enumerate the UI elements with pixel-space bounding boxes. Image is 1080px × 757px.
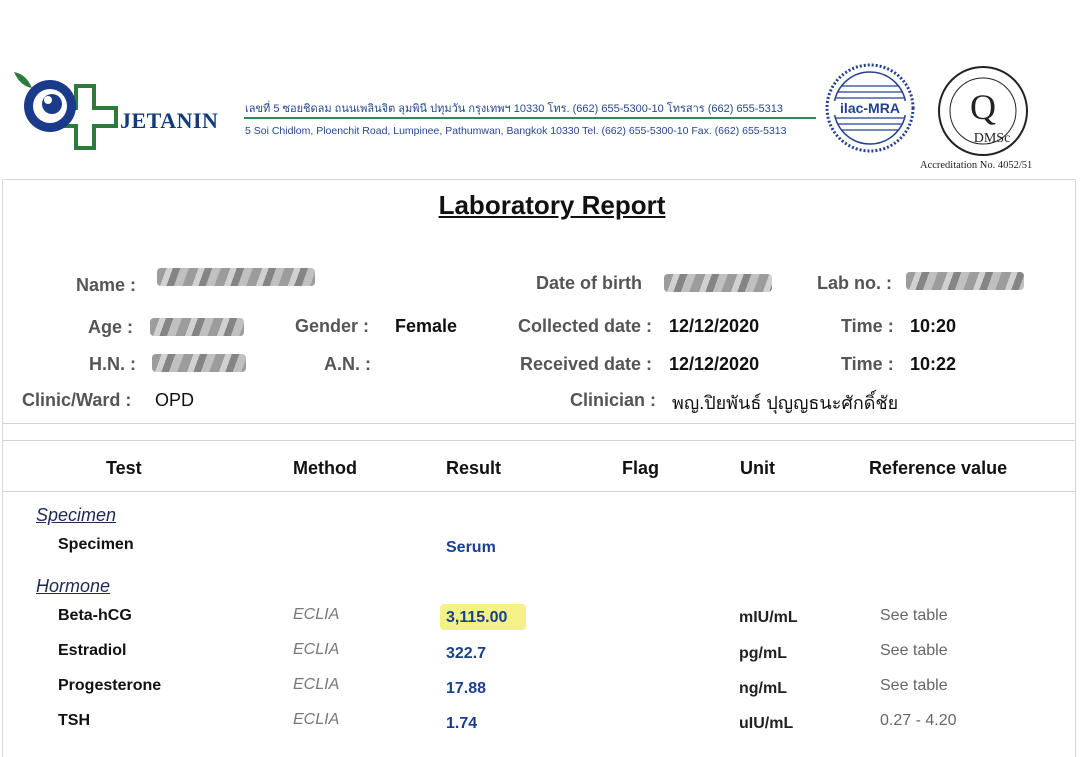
test-unit: uIU/mL xyxy=(739,715,794,732)
test-reference: See table xyxy=(880,607,948,624)
test-name: TSH xyxy=(58,712,90,729)
hn-redacted xyxy=(152,354,246,372)
col-header-unit: Unit xyxy=(740,458,775,478)
test-name: Progesterone xyxy=(58,677,162,694)
report-title: Laboratory Report xyxy=(438,190,666,220)
test-unit: pg/mL xyxy=(739,645,787,662)
test-result: Serum xyxy=(446,539,496,556)
received-time-label: Time : xyxy=(841,354,894,374)
gender-value: Female xyxy=(395,316,458,336)
received-time-value: 10:22 xyxy=(910,354,957,374)
accreditation-number: Accreditation No. 4052/51 xyxy=(920,160,1033,171)
clinician-value: พญ.ปิยพันธ์ ปุญญธนะศักดิ์ชัย xyxy=(672,393,899,413)
ilac-mra-logo: ilac-MRA xyxy=(824,62,916,154)
collected-time-label: Time : xyxy=(841,316,894,336)
col-header-test: Test xyxy=(106,458,142,478)
test-reference: See table xyxy=(880,677,948,694)
test-reference: 0.27 - 4.20 xyxy=(880,712,957,729)
gender-label: Gender : xyxy=(295,316,370,336)
labno-redacted xyxy=(906,272,1024,290)
age-label: Age : xyxy=(88,317,133,337)
collected-time-value: 10:20 xyxy=(910,316,957,336)
col-header-reference: Reference value xyxy=(869,458,1008,478)
received-date-label: Received date : xyxy=(520,354,653,374)
collected-date-value: 12/12/2020 xyxy=(669,316,760,336)
ilac-logo-text: ilac-MRA xyxy=(840,100,900,116)
name-redacted xyxy=(157,268,315,286)
test-result: 1.74 xyxy=(446,715,478,732)
test-method: ECLIA xyxy=(293,606,340,623)
address-thai: เลขที่ 5 ซอยชิดลม ถนนเพลินจิต ลุมพินี ปท… xyxy=(245,103,783,115)
test-method: ECLIA xyxy=(293,641,340,658)
section-hormone: Hormone xyxy=(36,576,111,596)
hn-label: H.N. : xyxy=(89,354,136,374)
info-divider-top xyxy=(2,423,1076,424)
dob-label: Date of birth xyxy=(536,273,642,293)
collected-date-label: Collected date : xyxy=(518,316,653,336)
labno-label: Lab no. : xyxy=(817,273,892,293)
test-reference: See table xyxy=(880,642,948,659)
name-label: Name : xyxy=(76,275,137,295)
test-unit: mIU/mL xyxy=(739,609,798,626)
dms-logo-text: DMSc xyxy=(974,131,1011,146)
table-header-bottom-border xyxy=(2,491,1076,492)
test-unit: ng/mL xyxy=(739,680,787,697)
received-date-value: 12/12/2020 xyxy=(669,354,760,374)
test-result: 3,115.00 xyxy=(446,609,508,626)
test-method: ECLIA xyxy=(293,711,340,728)
age-redacted xyxy=(150,318,244,336)
col-header-method: Method xyxy=(293,458,357,478)
col-header-flag: Flag xyxy=(622,458,660,478)
clinic-ward-label: Clinic/Ward : xyxy=(22,390,132,410)
address-english: 5 Soi Chidlom, Ploenchit Road, Lumpinee,… xyxy=(245,125,787,137)
dob-redacted xyxy=(664,274,772,292)
test-method: ECLIA xyxy=(293,676,340,693)
clinician-label: Clinician : xyxy=(570,390,657,410)
test-result: 17.88 xyxy=(446,680,487,697)
dmsc-logo: Q DMSc xyxy=(936,64,1030,158)
brand-name: JETANIN xyxy=(120,108,219,133)
an-label: A.N. : xyxy=(324,354,371,374)
test-name: Specimen xyxy=(58,536,134,553)
clinic-ward-value: OPD xyxy=(155,390,195,410)
address-divider xyxy=(244,117,816,119)
jetanin-logo xyxy=(12,66,120,166)
section-specimen: Specimen xyxy=(36,505,117,525)
test-result: 322.7 xyxy=(446,645,487,662)
test-name: Beta-hCG xyxy=(58,607,132,624)
svg-text:Q: Q xyxy=(970,87,996,127)
col-header-result: Result xyxy=(446,458,502,478)
table-header-top-border xyxy=(2,440,1076,441)
test-name: Estradiol xyxy=(58,642,127,659)
